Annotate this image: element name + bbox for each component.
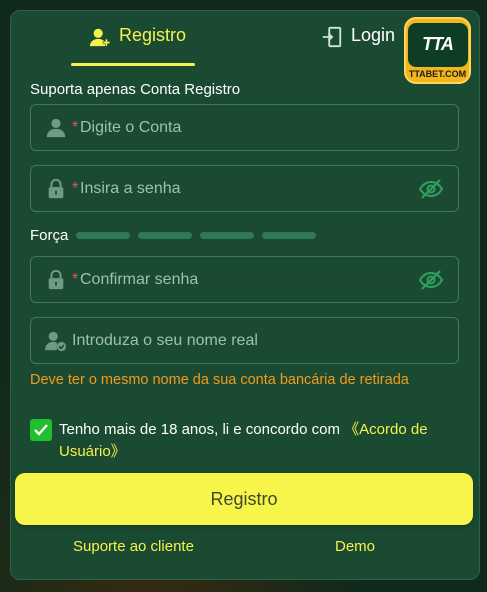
customer-support-link[interactable]: Suporte ao cliente <box>73 538 194 555</box>
required-mark: * <box>72 118 79 136</box>
strength-bar <box>76 232 131 239</box>
tab-register-label: Registro <box>119 25 187 45</box>
account-field: * <box>30 104 459 151</box>
tab-login[interactable]: Login <box>321 25 395 65</box>
add-user-icon <box>89 25 111 53</box>
strength-bar <box>262 232 317 239</box>
section-label: Suporta apenas Conta Registro <box>30 81 241 98</box>
terms-text: Tenho mais de 18 anos, li e concordo com… <box>59 419 459 463</box>
active-tab-indicator <box>71 63 195 66</box>
eye-off-icon[interactable] <box>418 269 444 291</box>
lock-icon <box>45 269 67 291</box>
terms-checkbox[interactable] <box>30 419 52 441</box>
real-name-hint: Deve ter o mesmo nome da sua conta bancá… <box>30 372 409 388</box>
password-input[interactable] <box>80 166 408 211</box>
confirm-password-input[interactable] <box>80 257 408 302</box>
confirm-password-field: * <box>30 256 459 303</box>
eye-off-icon[interactable] <box>418 178 444 200</box>
strength-label: Força <box>30 227 69 244</box>
logo-domain: TTABET.COM <box>408 68 467 79</box>
required-mark: * <box>72 270 79 288</box>
required-mark: * <box>72 179 79 197</box>
strength-bar <box>200 232 255 239</box>
lock-icon <box>45 178 67 200</box>
tab-login-label: Login <box>351 25 396 45</box>
check-icon <box>34 424 48 436</box>
login-door-icon <box>321 25 343 53</box>
account-input[interactable] <box>80 105 408 150</box>
tab-register[interactable]: Registro <box>89 25 186 65</box>
real-name-input[interactable] <box>72 318 408 363</box>
ttabet-logo: TTA TTABET.COM <box>404 17 471 84</box>
user-icon <box>45 117 67 139</box>
real-name-field <box>30 317 459 364</box>
terms-label: Tenho mais de 18 anos, li e concordo com <box>59 421 345 438</box>
register-submit-button[interactable]: Registro <box>15 473 473 525</box>
strength-bar <box>138 232 193 239</box>
logo-mark: TTA <box>407 22 468 67</box>
password-field: * <box>30 165 459 212</box>
register-panel: Registro Login TTA TTABET.COM Suporta ap… <box>10 10 480 580</box>
password-strength: Força <box>30 227 324 244</box>
demo-link[interactable]: Demo <box>335 538 375 555</box>
user-check-icon <box>45 330 67 352</box>
